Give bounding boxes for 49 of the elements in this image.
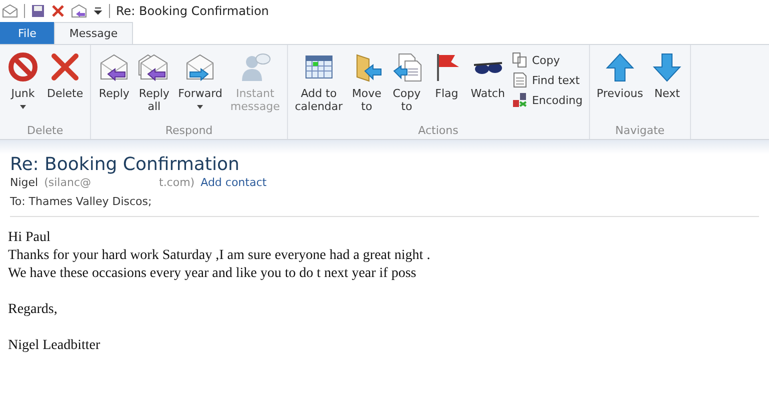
ribbon-tab[interactable]: Message bbox=[54, 22, 133, 44]
sender-address: (silanc@ bbox=[44, 176, 91, 189]
message-line: Hi Paul bbox=[8, 229, 52, 247]
sender-name: Nigel bbox=[10, 176, 38, 189]
envelope-icon[interactable] bbox=[2, 4, 18, 18]
down-arrow-icon bbox=[651, 51, 684, 83]
ribbon-button[interactable]: Next bbox=[648, 49, 686, 123]
group-label: Actions bbox=[417, 123, 460, 139]
group-label: Delete bbox=[26, 123, 64, 139]
sender-address: t.com) bbox=[159, 176, 195, 189]
group-label: Navigate bbox=[614, 123, 666, 139]
ribbon-button[interactable]: Previous bbox=[594, 49, 646, 123]
message-line: Thanks for your hard work Saturday ,I am sure everyone had a great night . bbox=[8, 247, 432, 265]
person-icon bbox=[239, 51, 272, 83]
ribbon-button[interactable]: Flag bbox=[428, 49, 466, 123]
message-line: Nigel Leadbitter bbox=[8, 337, 102, 355]
message-line: Regards, bbox=[8, 301, 58, 319]
add-contact-link[interactable]: Add contact bbox=[200, 176, 267, 189]
delete-icon[interactable] bbox=[51, 4, 65, 18]
ribbon-button[interactable]: Reply bbox=[95, 49, 134, 123]
copy-document-icon bbox=[390, 51, 423, 83]
ribbon-tab[interactable]: File bbox=[0, 22, 54, 44]
window-title: Re: Booking Confirmation bbox=[116, 4, 269, 18]
ribbon-button[interactable]: Copy bbox=[510, 51, 585, 69]
recipients: To: Thames Valley Discos; bbox=[10, 195, 759, 217]
ribbon-button[interactable]: Forward bbox=[175, 49, 226, 123]
reply-icon[interactable] bbox=[71, 4, 87, 18]
no-entry-icon bbox=[7, 51, 39, 83]
save-icon[interactable] bbox=[31, 4, 45, 18]
ribbon-button[interactable]: Watch bbox=[468, 49, 508, 123]
delete-icon bbox=[49, 51, 82, 83]
encoding-icon bbox=[512, 92, 528, 108]
message-subject: Re: Booking Confirmation bbox=[10, 154, 240, 175]
copy-icon bbox=[512, 52, 528, 68]
ribbon-button[interactable]: Delete bbox=[44, 49, 86, 123]
ribbon-button[interactable]: Encoding bbox=[510, 91, 585, 109]
up-arrow-icon bbox=[604, 51, 636, 83]
ribbon-button[interactable]: Reply all bbox=[135, 49, 174, 123]
ribbon-button[interactable]: Junk bbox=[4, 49, 42, 123]
ribbon-button[interactable]: Move to bbox=[348, 49, 386, 123]
message-line: We have these occasions every year and like you to do t next year if poss bbox=[8, 265, 418, 283]
caret-icon bbox=[196, 104, 204, 110]
dropdown-icon[interactable] bbox=[93, 6, 103, 16]
ribbon-button[interactable]: Add to calendar bbox=[292, 49, 346, 123]
ribbon-button[interactable]: Find text bbox=[510, 71, 585, 89]
caret-icon bbox=[19, 104, 27, 110]
ribbon-button[interactable]: Copy to bbox=[388, 49, 426, 123]
document-icon bbox=[512, 72, 528, 88]
group-label: Respond bbox=[164, 123, 214, 139]
